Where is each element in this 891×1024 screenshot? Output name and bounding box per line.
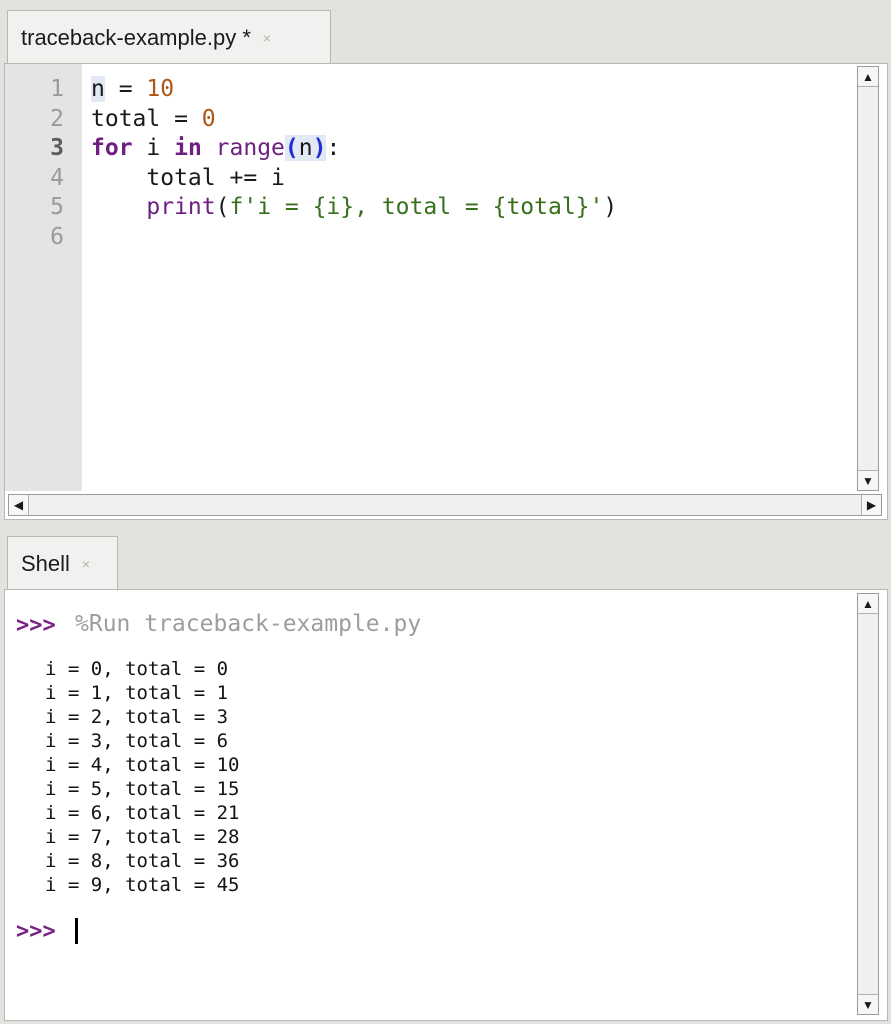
scroll-left-arrow-icon[interactable]: ◀ xyxy=(9,495,29,515)
tab-shell[interactable]: Shell × xyxy=(7,536,118,590)
scroll-up-arrow-icon[interactable]: ▲ xyxy=(858,594,878,614)
code-token: i xyxy=(132,135,175,161)
line-number: 4 xyxy=(50,164,64,191)
code-token-builtin: range xyxy=(215,135,285,161)
shell-output-line: i = 5, total = 15 xyxy=(45,778,240,800)
shell-prompt: >>> xyxy=(16,613,56,638)
code-token: = xyxy=(160,105,202,132)
line-number: 1 xyxy=(50,76,64,102)
editor-vertical-scrollbar[interactable]: ▲ ▼ xyxy=(857,66,879,491)
editor-horizontal-scrollbar[interactable]: ◀ ▶ xyxy=(8,494,882,516)
scroll-down-arrow-icon[interactable]: ▼ xyxy=(858,470,878,490)
tab-editor-label: traceback-example.py * xyxy=(21,24,251,50)
shell-output-line: i = 6, total = 21 xyxy=(45,802,240,824)
shell-output-line: i = 1, total = 1 xyxy=(45,682,229,704)
shell-output-line: i = 4, total = 10 xyxy=(45,754,240,776)
code-token-string: f'i = {i}, total = {total}' xyxy=(229,194,604,220)
shell-console[interactable]: >>> %Run traceback-example.py i = 0, tot… xyxy=(4,589,888,1021)
line-number-gutter: 1 2 3 4 5 6 xyxy=(5,64,82,491)
code-line-1[interactable]: n = 10 xyxy=(91,75,174,105)
code-token-number: 0 xyxy=(201,105,216,132)
code-line-3[interactable]: for i in range(n): xyxy=(91,134,340,164)
code-token: n xyxy=(298,135,313,161)
text-cursor[interactable] xyxy=(75,918,78,944)
code-token-builtin: print xyxy=(146,194,216,220)
tab-shell-close-icon[interactable]: × xyxy=(82,556,90,572)
code-token-number: 10 xyxy=(146,76,175,102)
code-line-2[interactable]: total = 0 xyxy=(91,105,216,135)
scroll-up-arrow-icon[interactable]: ▲ xyxy=(858,67,878,87)
shell-run-command: %Run traceback-example.py xyxy=(75,611,422,637)
code-token: : xyxy=(326,135,341,161)
tab-editor-file[interactable]: traceback-example.py * × xyxy=(7,10,331,64)
tab-editor-close-icon[interactable]: × xyxy=(263,30,271,46)
line-number: 5 xyxy=(50,194,64,220)
code-token-keyword: for xyxy=(91,135,133,161)
code-token: total xyxy=(91,105,161,132)
code-token-paren-match: ) xyxy=(312,135,327,161)
shell-output-line: i = 0, total = 0 xyxy=(45,658,229,680)
scroll-down-arrow-icon[interactable]: ▼ xyxy=(858,994,878,1014)
shell-output-line: i = 3, total = 6 xyxy=(45,730,229,752)
code-token: ) xyxy=(603,194,618,220)
tab-shell-label: Shell xyxy=(21,550,70,576)
code-token-keyword: in xyxy=(174,135,202,161)
shell-output-line: i = 8, total = 36 xyxy=(45,850,240,872)
shell-output-line: i = 7, total = 28 xyxy=(45,826,240,848)
shell-vertical-scrollbar[interactable]: ▲ ▼ xyxy=(857,593,879,1015)
code-line-5[interactable]: print(f'i = {i}, total = {total}') xyxy=(91,193,617,223)
scroll-right-arrow-icon[interactable]: ▶ xyxy=(861,495,881,515)
code-token: = xyxy=(104,76,147,102)
line-number: 2 xyxy=(50,105,64,132)
shell-output-line: i = 9, total = 45 xyxy=(45,874,240,896)
shell-prompt-active: >>> xyxy=(16,919,56,944)
line-number-current: 3 xyxy=(50,135,64,161)
code-editor[interactable]: 1 2 3 4 5 6 n = 10 total = 0 for i in ra… xyxy=(4,63,888,520)
code-line-4[interactable]: total += i xyxy=(91,164,285,194)
code-token: n xyxy=(91,76,105,102)
code-token-paren-match: ( xyxy=(284,135,299,161)
code-token: ( xyxy=(215,194,230,220)
shell-output-line: i = 2, total = 3 xyxy=(45,706,229,728)
line-number: 6 xyxy=(50,223,64,250)
